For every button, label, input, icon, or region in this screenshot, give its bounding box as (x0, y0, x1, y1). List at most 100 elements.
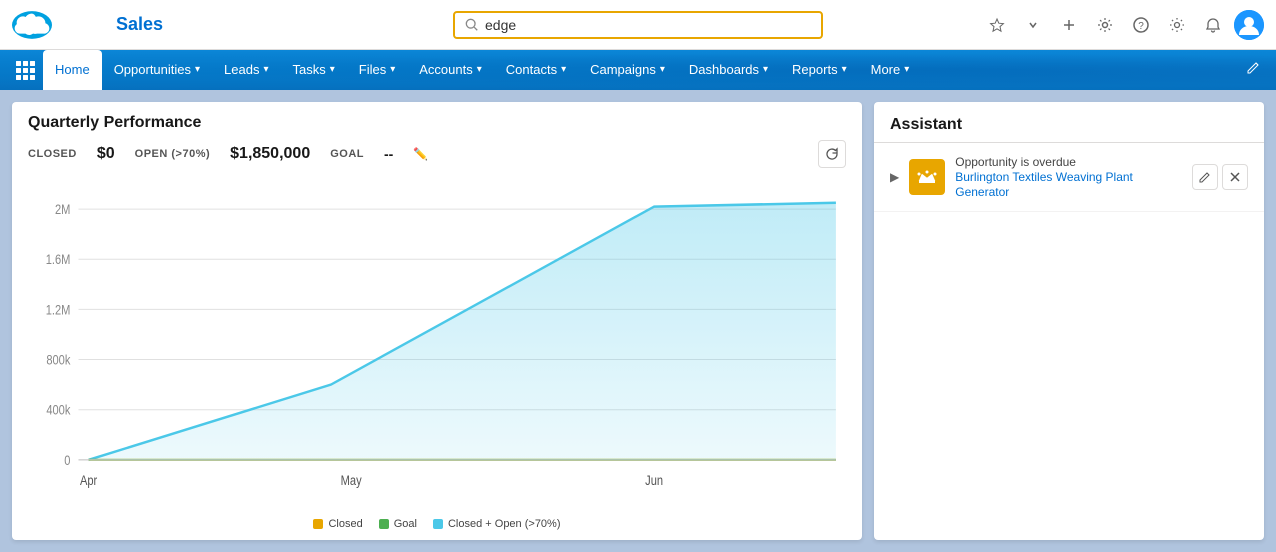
svg-text:May: May (341, 473, 363, 488)
opportunity-link[interactable]: Burlington Textiles Weaving Plant Genera… (955, 170, 1133, 199)
closed-label-legend: Closed (328, 518, 362, 530)
star-icon (989, 17, 1005, 33)
top-nav-right: ? (982, 10, 1264, 40)
app-menu-btn[interactable] (8, 61, 43, 80)
help-btn[interactable]: ? (1126, 10, 1156, 40)
bell-icon (1205, 17, 1221, 33)
goal-dot (379, 519, 389, 529)
nav-contacts[interactable]: Contacts ▾ (494, 50, 578, 90)
pencil-icon (1246, 61, 1260, 75)
quarterly-performance-panel: Quarterly Performance CLOSED $0 OPEN (>7… (12, 102, 862, 540)
svg-text:?: ? (1138, 21, 1144, 32)
chart-area: 2M 1.6M 1.2M 800k 400k 0 (12, 176, 862, 510)
open-value: $1,850,000 (230, 145, 310, 163)
setup-icon-btn[interactable] (1090, 10, 1120, 40)
assistant-item: ▶ Opportunity is overdue Burlington Text… (874, 143, 1264, 212)
chevron-down-icon (1028, 20, 1038, 30)
panel-title: Quarterly Performance (28, 114, 201, 131)
opportunity-icon-wrap (909, 159, 945, 195)
open-label-legend: Closed + Open (>70%) (448, 518, 561, 530)
nav-home[interactable]: Home (43, 50, 102, 90)
refresh-icon (825, 147, 839, 161)
help-icon: ? (1133, 17, 1149, 33)
svg-text:2M: 2M (55, 202, 70, 217)
legend-row: Closed Goal Closed + Open (>70%) (12, 510, 862, 540)
legend-closed: Closed (313, 518, 362, 530)
close-action-btn[interactable] (1222, 164, 1248, 190)
chevron-icon: ▾ (763, 64, 768, 75)
chevron-icon: ▾ (561, 64, 566, 75)
chevron-icon: ▾ (330, 64, 335, 75)
gear-icon (1169, 17, 1185, 33)
search-wrap (453, 11, 823, 39)
metrics-row: CLOSED $0 OPEN (>70%) $1,850,000 GOAL --… (12, 132, 862, 176)
assistant-text: Opportunity is overdue Burlington Textil… (955, 155, 1182, 199)
goal-label-legend: Goal (394, 518, 417, 530)
assistant-panel: Assistant ▶ Opportunity is overdue Burli… (874, 102, 1264, 540)
sf-logo (12, 11, 52, 39)
closed-dot (313, 519, 323, 529)
favorites-list-btn[interactable] (1018, 10, 1048, 40)
svg-text:400k: 400k (46, 403, 71, 418)
nav-files[interactable]: Files ▾ (347, 50, 407, 90)
performance-chart: 2M 1.6M 1.2M 800k 400k 0 (28, 184, 846, 510)
open-label: OPEN (>70%) (135, 148, 211, 160)
svg-text:1.2M: 1.2M (46, 302, 71, 317)
legend-open: Closed + Open (>70%) (433, 518, 561, 530)
svg-text:Apr: Apr (80, 473, 97, 488)
nav-bar: Home Opportunities ▾ Leads ▾ Tasks ▾ Fil… (0, 50, 1276, 90)
svg-text:800k: 800k (46, 352, 71, 367)
close-icon (1229, 171, 1241, 183)
grid-icon (16, 61, 35, 80)
chevron-icon: ▾ (390, 64, 395, 75)
chevron-icon: ▾ (263, 64, 268, 75)
nav-campaigns[interactable]: Campaigns ▾ (578, 50, 677, 90)
nav-leads[interactable]: Leads ▾ (212, 50, 280, 90)
chevron-icon: ▾ (195, 64, 200, 75)
assistant-actions (1192, 164, 1248, 190)
chevron-icon: ▾ (842, 64, 847, 75)
search-input[interactable] (485, 17, 811, 33)
edit-action-btn[interactable] (1192, 164, 1218, 190)
panel-header: Quarterly Performance (12, 102, 862, 132)
nav-accounts[interactable]: Accounts ▾ (407, 50, 494, 90)
svg-text:1.6M: 1.6M (46, 252, 71, 267)
assistant-title: Assistant (874, 102, 1264, 143)
opportunity-type: Opportunity is overdue (955, 155, 1182, 169)
crown-icon (917, 167, 937, 187)
main-content: Quarterly Performance CLOSED $0 OPEN (>7… (0, 90, 1276, 552)
favorites-btn[interactable] (982, 10, 1012, 40)
plus-icon (1061, 17, 1077, 33)
legend-goal: Goal (379, 518, 417, 530)
svg-text:Jun: Jun (645, 473, 663, 488)
user-avatar (1234, 10, 1264, 40)
settings-btn[interactable] (1162, 10, 1192, 40)
goal-value: -- (384, 146, 393, 162)
nav-reports[interactable]: Reports ▾ (780, 50, 859, 90)
top-nav: ☁ Sales ? (0, 0, 1276, 50)
pencil-edit-icon (1199, 171, 1211, 183)
search-box (453, 11, 823, 39)
search-icon (465, 18, 479, 32)
notifications-btn[interactable] (1198, 10, 1228, 40)
nav-edit-btn[interactable] (1238, 61, 1268, 80)
add-btn[interactable] (1054, 10, 1084, 40)
refresh-btn[interactable] (818, 140, 846, 168)
expand-icon[interactable]: ▶ (890, 170, 899, 184)
goal-label: GOAL (330, 148, 364, 160)
nav-opportunities[interactable]: Opportunities ▾ (102, 50, 212, 90)
chevron-icon: ▾ (660, 64, 665, 75)
nav-dashboards[interactable]: Dashboards ▾ (677, 50, 780, 90)
closed-label: CLOSED (28, 148, 77, 160)
nav-tasks[interactable]: Tasks ▾ (281, 50, 347, 90)
avatar[interactable] (1234, 10, 1264, 40)
goal-edit-icon[interactable]: ✏️ (413, 147, 428, 161)
setup-icon (1097, 17, 1113, 33)
svg-text:0: 0 (64, 453, 70, 468)
closed-value: $0 (97, 145, 115, 163)
chevron-icon: ▾ (477, 64, 482, 75)
open-dot (433, 519, 443, 529)
app-name: Sales (116, 14, 163, 35)
nav-more[interactable]: More ▾ (859, 50, 922, 90)
chevron-icon: ▾ (904, 64, 909, 75)
